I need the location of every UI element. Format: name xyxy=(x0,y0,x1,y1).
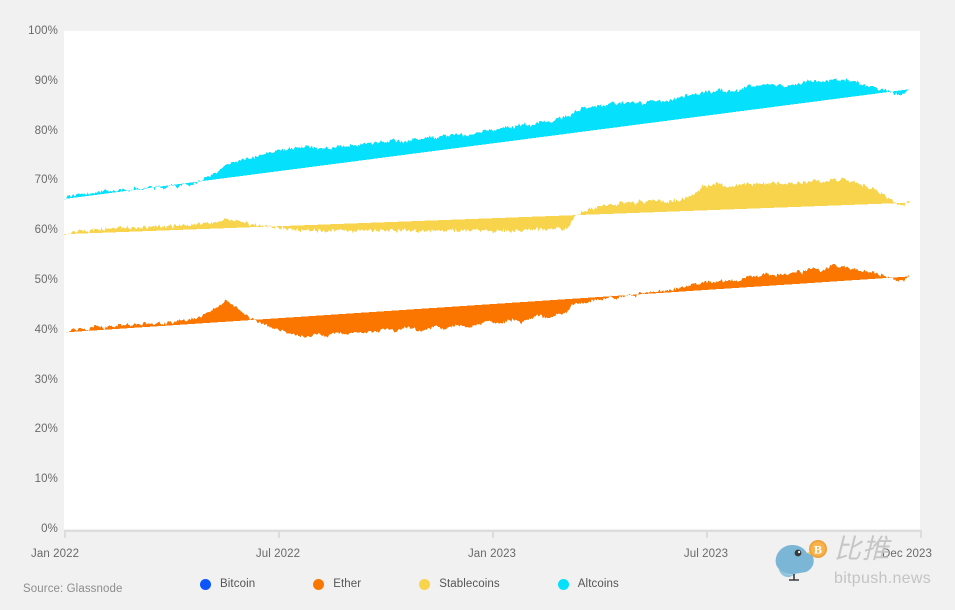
legend-item[interactable]: Altcoins xyxy=(557,578,619,590)
x-axis-tick-mark xyxy=(64,530,66,538)
stablecoins-swatch xyxy=(419,578,431,590)
ether-swatch xyxy=(313,578,325,590)
x-axis-tick-mark xyxy=(920,530,922,538)
y-axis: 0% 10% 20% 30% 40% 50% 60% 70% 80% 90% 100% xyxy=(0,0,58,610)
x-axis-tick-label: Jan 2023 xyxy=(467,548,517,560)
x-axis-tick-label: Dec 2023 xyxy=(882,548,933,560)
y-axis-tick-label: 0% xyxy=(41,523,58,535)
x-axis-tick-label: Jul 2023 xyxy=(683,548,729,560)
y-axis-tick-label: 50% xyxy=(34,274,58,286)
area-series-stablecoins xyxy=(64,177,910,236)
x-axis-tick-mark xyxy=(492,530,494,538)
area-series-altcoins xyxy=(64,78,910,200)
x-axis-tick-label: Jul 2022 xyxy=(255,548,301,560)
x-axis-tick-mark xyxy=(278,530,280,538)
x-axis-tick-mark xyxy=(706,530,708,538)
y-axis-tick-label: 100% xyxy=(28,25,58,37)
altcoins-swatch xyxy=(557,578,569,590)
y-axis-tick-label: 40% xyxy=(34,323,58,336)
stacked-area-chart: 0% 10% 20% 30% 40% 50% 60% 70% 80% 90% 100% Jan 20… xyxy=(0,0,955,610)
legend-label: Stablecoins xyxy=(439,578,500,590)
legend-item[interactable]: Stablecoins xyxy=(419,578,500,590)
y-axis-tick-label: 20% xyxy=(34,423,58,436)
x-axis-tick-label: Jan 2022 xyxy=(31,548,80,560)
legend-label: Bitcoin xyxy=(220,578,256,590)
plot-area xyxy=(64,31,920,529)
chart-legend: Bitcoin Ether Stablecoins Altcoins xyxy=(200,578,677,590)
x-axis: Jan 2022 Jul 2022 Jan 2023 Jul 2023 Dec 2023 xyxy=(0,548,955,566)
area-series-ether xyxy=(64,264,910,338)
y-axis-tick-label: 60% xyxy=(34,224,58,237)
area-series-svg xyxy=(64,78,910,338)
y-axis-tick-label: 90% xyxy=(34,74,58,87)
legend-label: Ether xyxy=(333,578,362,590)
legend-item[interactable]: Bitcoin xyxy=(200,578,255,590)
y-axis-tick-label: 80% xyxy=(34,124,58,137)
bitcoin-swatch xyxy=(200,578,211,590)
y-axis-tick-label: 10% xyxy=(34,473,58,486)
y-axis-tick-label: 70% xyxy=(34,174,58,187)
source-label: Source: Glassnode xyxy=(23,583,123,595)
legend-label: Altcoins xyxy=(577,578,619,590)
chart-footer: Source: Glassnode Bitcoin Ether Stablecoin… xyxy=(0,578,955,610)
y-axis-tick-label: 30% xyxy=(34,373,58,386)
legend-item[interactable]: Ether xyxy=(313,578,361,590)
